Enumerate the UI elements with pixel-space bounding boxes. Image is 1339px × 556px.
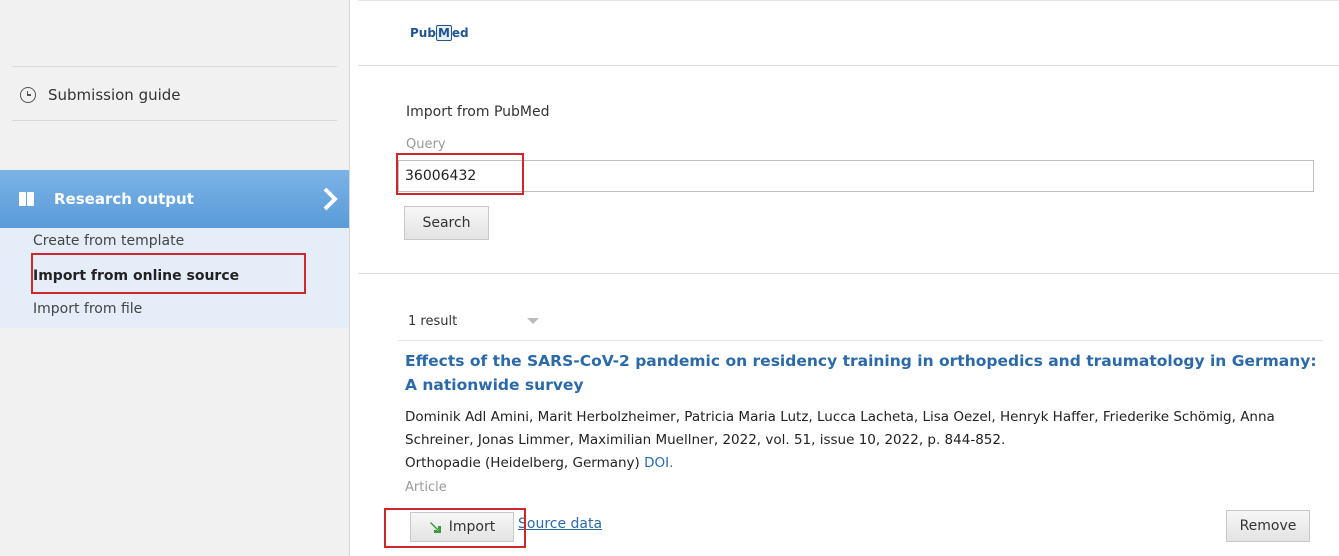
article-title[interactable]: Effects of the SARS-CoV-2 pandemic on re… (405, 349, 1325, 397)
query-input[interactable] (398, 160, 1314, 192)
results-count: 1 result (408, 314, 458, 329)
sub-nav: Create from template Import from online … (0, 228, 349, 328)
sidebar-item-label: Submission guide (48, 86, 181, 104)
book-icon (18, 191, 36, 207)
sidebar-item-label: Research output (54, 190, 194, 208)
divider (398, 340, 1323, 341)
chevron-right-icon (323, 187, 338, 211)
logo-row: Pub Med (358, 0, 1339, 66)
article-authors: Dominik Adl Amini, Marit Herbolzheimer, … (405, 409, 1275, 471)
main-content: PubMed Import from PubMed Query Search 1… (358, 0, 1339, 556)
sub-nav-import-online-source[interactable]: Import from online source (33, 268, 239, 284)
sidebar: Submission guide Research output Create … (0, 0, 350, 556)
query-label: Query (406, 137, 446, 152)
import-form: Import from PubMed Query Search (358, 66, 1339, 274)
sidebar-item-submission-guide[interactable]: Submission guide (0, 68, 345, 122)
search-button[interactable]: Search (404, 206, 489, 240)
pubmed-logo: Pub Med (410, 25, 469, 41)
source-data-link[interactable]: Source data (518, 516, 602, 532)
article-journal: Orthopadie (Heidelberg, Germany) (405, 455, 640, 471)
caret-down-icon[interactable] (527, 318, 539, 324)
divider (12, 120, 337, 121)
sidebar-item-research-output[interactable]: Research output (0, 170, 349, 228)
import-button-label: Import (448, 519, 496, 535)
article-type: Article (405, 480, 447, 495)
clock-icon (20, 87, 36, 103)
import-arrow-icon (429, 522, 441, 533)
form-title: Import from PubMed (406, 104, 550, 120)
remove-button[interactable]: Remove (1226, 510, 1310, 542)
sidebar-top-divider (12, 0, 337, 67)
sub-nav-import-from-file[interactable]: Import from file (33, 301, 142, 317)
sub-nav-create-from-template[interactable]: Create from template (33, 233, 184, 249)
doi-link[interactable]: DOI. (644, 455, 673, 471)
import-button[interactable]: Import (410, 512, 514, 542)
